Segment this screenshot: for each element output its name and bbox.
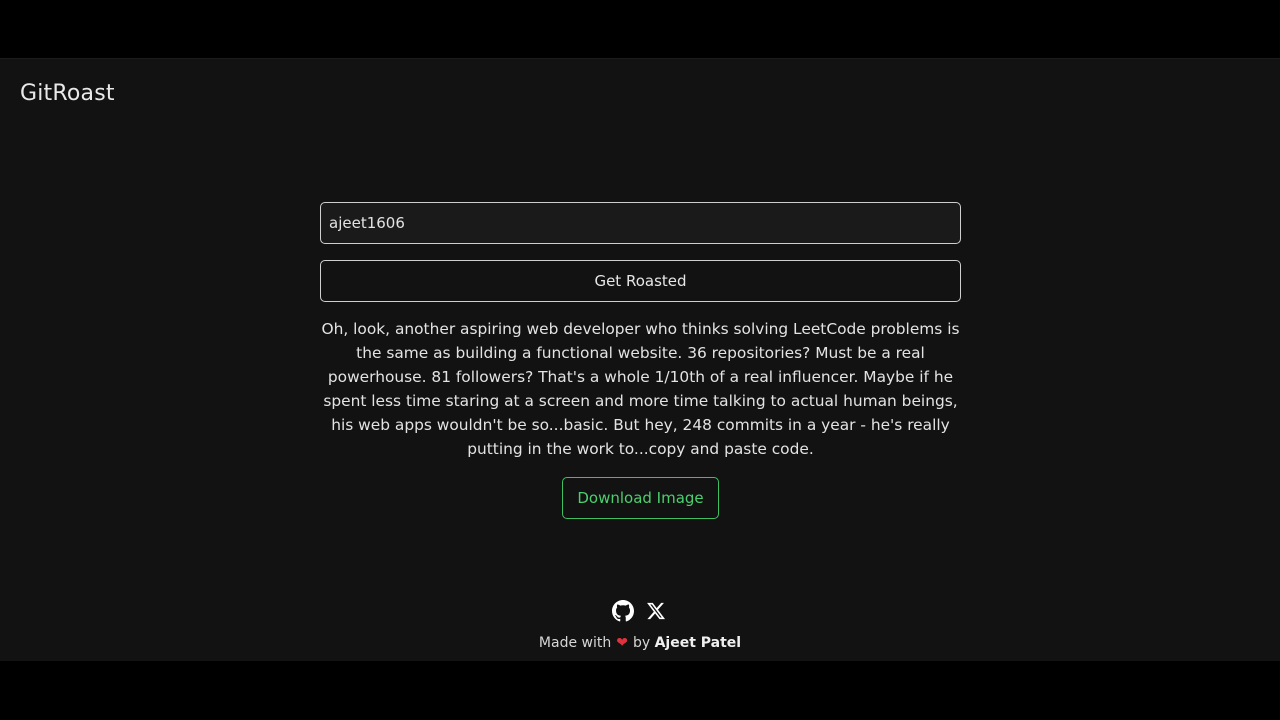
footer-credit: Made with ❤ by Ajeet Patel	[0, 635, 1280, 651]
brand-title[interactable]: GitRoast	[20, 81, 115, 106]
heart-icon: ❤	[616, 635, 628, 651]
download-image-button[interactable]: Download Image	[562, 477, 719, 519]
social-links	[612, 599, 672, 623]
by-label: by	[632, 635, 651, 651]
author-name[interactable]: Ajeet Patel	[655, 635, 742, 651]
github-icon[interactable]	[612, 600, 634, 622]
letterbox-top	[0, 0, 1280, 58]
x-icon[interactable]	[646, 600, 668, 622]
get-roasted-button[interactable]: Get Roasted	[320, 260, 961, 302]
letterbox-bottom	[0, 661, 1280, 720]
username-input[interactable]	[320, 202, 961, 244]
app-window: GitRoast Get Roasted Oh, look, another a…	[0, 58, 1280, 661]
roast-text: Oh, look, another aspiring web developer…	[321, 320, 960, 458]
made-with-label: Made with	[538, 635, 612, 651]
